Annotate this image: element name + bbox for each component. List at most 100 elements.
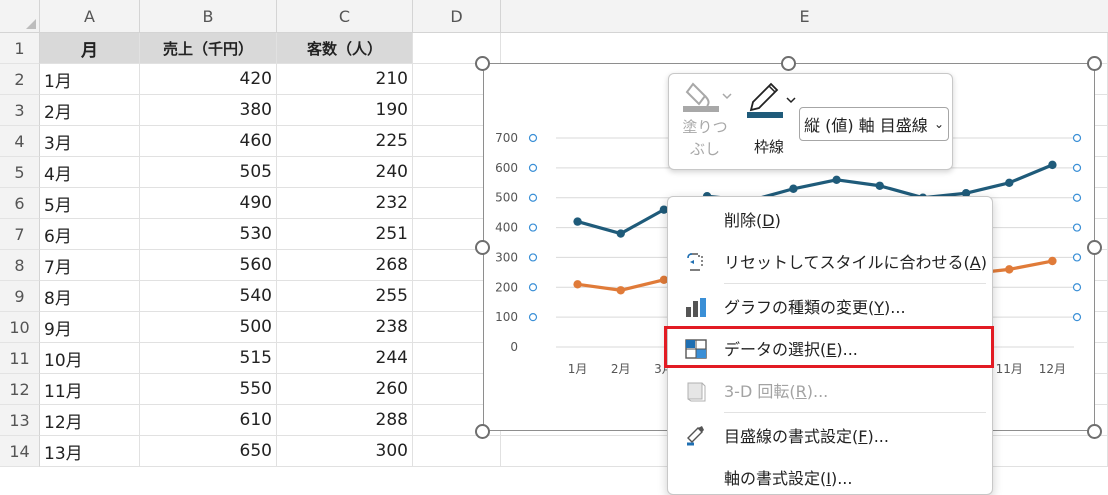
cell[interactable] bbox=[413, 436, 501, 467]
context-menu-item[interactable]: グラフの種類の変更(Y)... bbox=[668, 286, 992, 326]
fill-button[interactable]: 塗りつ ぶし bbox=[677, 80, 733, 166]
table-cell[interactable]: 515 bbox=[140, 343, 277, 374]
table-header-cell[interactable]: 売上（千円） bbox=[140, 33, 277, 64]
table-cell[interactable]: 225 bbox=[277, 126, 413, 157]
table-cell[interactable]: 232 bbox=[277, 188, 413, 219]
y-tick-label: 600 bbox=[495, 161, 518, 175]
gridline-selection-marker bbox=[528, 283, 538, 292]
context-menu-item-label: 軸の書式設定(I)... bbox=[724, 469, 853, 488]
table-cell[interactable]: 240 bbox=[277, 157, 413, 188]
gridline-selection-marker bbox=[1072, 133, 1082, 143]
resize-handle-right[interactable] bbox=[1087, 240, 1102, 255]
row-header[interactable]: 2 bbox=[0, 64, 40, 95]
table-cell[interactable]: 260 bbox=[277, 374, 413, 405]
table-cell[interactable]: 610 bbox=[140, 405, 277, 436]
table-cell[interactable]: 300 bbox=[277, 436, 413, 467]
outline-button[interactable]: 枠線 bbox=[741, 80, 797, 166]
resize-handle-left[interactable] bbox=[475, 240, 490, 255]
column-header-c[interactable]: C bbox=[277, 0, 413, 33]
table-cell[interactable]: 1月 bbox=[40, 64, 140, 95]
table-cell[interactable]: 13月 bbox=[40, 436, 140, 467]
table-cell[interactable]: 560 bbox=[140, 250, 277, 281]
resize-handle-bottom-left[interactable] bbox=[475, 424, 490, 439]
table-cell[interactable]: 11月 bbox=[40, 374, 140, 405]
table-cell[interactable]: 3月 bbox=[40, 126, 140, 157]
data-point-series-1 bbox=[573, 217, 582, 226]
table-cell[interactable]: 9月 bbox=[40, 312, 140, 343]
table-cell[interactable]: 550 bbox=[140, 374, 277, 405]
table-cell[interactable]: 380 bbox=[140, 95, 277, 126]
table-cell[interactable]: 4月 bbox=[40, 157, 140, 188]
row-header[interactable]: 11 bbox=[0, 343, 40, 374]
table-header-cell[interactable]: 月 bbox=[40, 33, 140, 64]
row-header[interactable]: 4 bbox=[0, 126, 40, 157]
table-cell[interactable]: 251 bbox=[277, 219, 413, 250]
table-header-cell[interactable]: 客数（人） bbox=[277, 33, 413, 64]
gridline-selection-marker bbox=[528, 193, 538, 202]
column-header-b[interactable]: B bbox=[140, 0, 277, 33]
table-cell[interactable]: 500 bbox=[140, 312, 277, 343]
table-cell[interactable]: 530 bbox=[140, 219, 277, 250]
gridline-selection-marker bbox=[528, 313, 538, 322]
chart-element-select-value: 縦 (値) 軸 目盛線 bbox=[804, 116, 928, 135]
table-cell[interactable]: 6月 bbox=[40, 219, 140, 250]
y-tick-label: 300 bbox=[495, 250, 518, 264]
table-cell[interactable]: 460 bbox=[140, 126, 277, 157]
chart-mini-toolbar: 塗りつ ぶし 枠線 縦 (値) 軸 目盛線 ⌄ bbox=[668, 73, 953, 170]
row-header[interactable]: 10 bbox=[0, 312, 40, 343]
gridline-selection-marker bbox=[528, 223, 538, 232]
row-header[interactable]: 7 bbox=[0, 219, 40, 250]
table-cell[interactable]: 210 bbox=[277, 64, 413, 95]
table-cell[interactable]: 490 bbox=[140, 188, 277, 219]
column-header-d[interactable]: D bbox=[413, 0, 501, 33]
table-cell[interactable]: 505 bbox=[140, 157, 277, 188]
row-header[interactable]: 1 bbox=[0, 33, 40, 64]
table-cell[interactable]: 268 bbox=[277, 250, 413, 281]
context-menu-item[interactable]: 目盛線の書式設定(F)... bbox=[668, 415, 992, 455]
row-header[interactable]: 3 bbox=[0, 95, 40, 126]
table-cell[interactable]: 540 bbox=[140, 281, 277, 312]
context-menu-item[interactable]: 削除(D) bbox=[668, 199, 992, 239]
table-cell[interactable]: 2月 bbox=[40, 95, 140, 126]
select-all-corner[interactable] bbox=[0, 0, 40, 33]
column-header-e[interactable]: E bbox=[501, 0, 1108, 33]
row-header[interactable]: 9 bbox=[0, 281, 40, 312]
3d-rotation-icon bbox=[684, 379, 708, 403]
gridline-selection-marker bbox=[1072, 223, 1082, 232]
outline-label: 枠線 bbox=[753, 138, 784, 156]
resize-handle-top[interactable] bbox=[781, 56, 796, 71]
x-tick-label: 12月 bbox=[1039, 362, 1066, 376]
context-menu-item[interactable]: リセットしてスタイルに合わせる(A) bbox=[668, 241, 992, 281]
table-cell[interactable]: 244 bbox=[277, 343, 413, 374]
table-cell[interactable]: 10月 bbox=[40, 343, 140, 374]
table-cell[interactable]: 238 bbox=[277, 312, 413, 343]
table-cell[interactable]: 5月 bbox=[40, 188, 140, 219]
row-header[interactable]: 8 bbox=[0, 250, 40, 281]
column-header-a[interactable]: A bbox=[40, 0, 140, 33]
y-tick-label: 500 bbox=[495, 191, 518, 205]
y-tick-label: 400 bbox=[495, 221, 518, 235]
table-cell[interactable]: 190 bbox=[277, 95, 413, 126]
table-cell[interactable]: 7月 bbox=[40, 250, 140, 281]
row-header[interactable]: 12 bbox=[0, 374, 40, 405]
resize-handle-top-right[interactable] bbox=[1087, 56, 1102, 71]
context-menu-item[interactable]: 軸の書式設定(I)... bbox=[668, 457, 992, 495]
table-cell[interactable]: 255 bbox=[277, 281, 413, 312]
cell[interactable] bbox=[501, 33, 1108, 64]
table-cell[interactable]: 650 bbox=[140, 436, 277, 467]
chart-element-select[interactable]: 縦 (値) 軸 目盛線 ⌄ bbox=[799, 107, 949, 141]
row-header[interactable]: 5 bbox=[0, 157, 40, 188]
resize-handle-top-left[interactable] bbox=[475, 56, 490, 71]
context-menu-item: 3-D 回転(R)... bbox=[668, 370, 992, 410]
table-cell[interactable]: 8月 bbox=[40, 281, 140, 312]
gridline-selection-marker bbox=[1072, 313, 1082, 322]
row-header[interactable]: 14 bbox=[0, 436, 40, 467]
table-cell[interactable]: 12月 bbox=[40, 405, 140, 436]
data-point-series-1 bbox=[875, 181, 884, 190]
row-header[interactable]: 13 bbox=[0, 405, 40, 436]
table-cell[interactable]: 288 bbox=[277, 405, 413, 436]
table-cell[interactable]: 420 bbox=[140, 64, 277, 95]
row-header[interactable]: 6 bbox=[0, 188, 40, 219]
gridline-selection-marker bbox=[1072, 193, 1082, 202]
resize-handle-bottom-right[interactable] bbox=[1087, 424, 1102, 439]
